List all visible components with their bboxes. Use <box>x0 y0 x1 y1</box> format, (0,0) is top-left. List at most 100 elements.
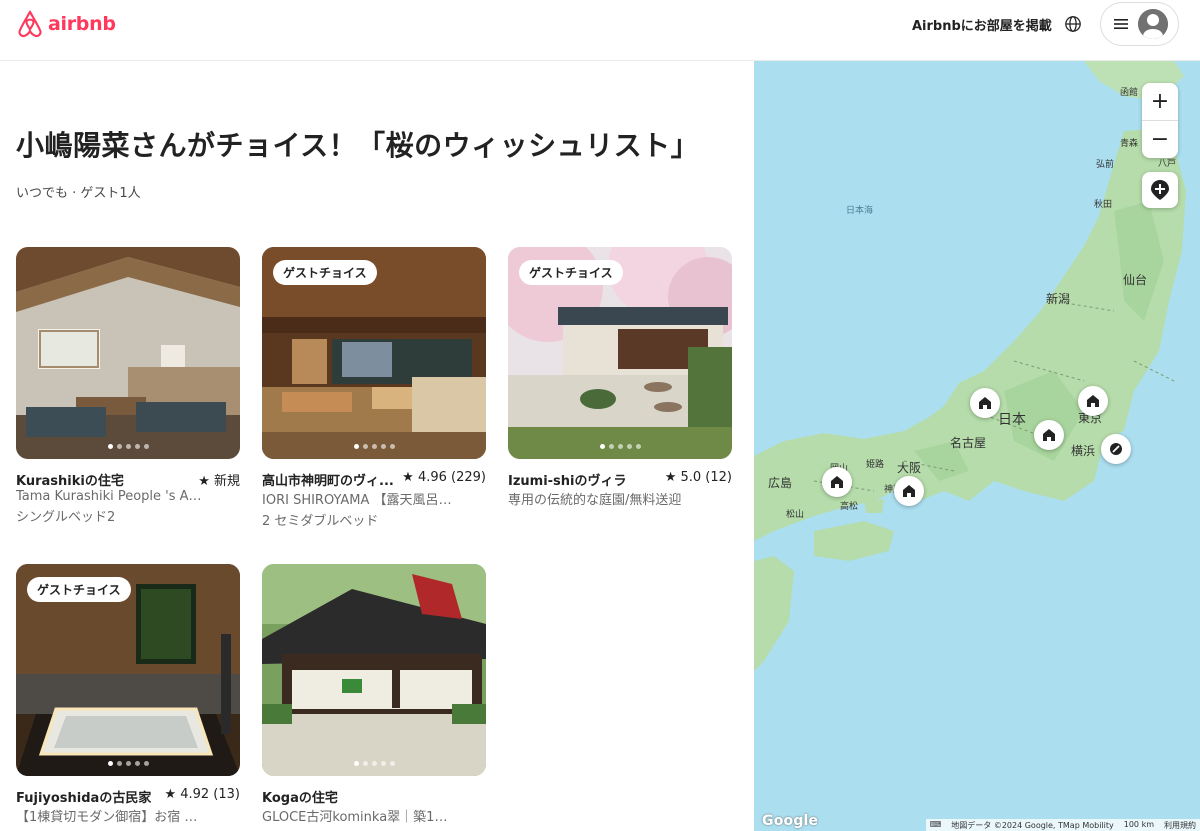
pagination-dot <box>116 761 122 766</box>
listing-name: Kurashikiの住宅 <box>16 474 124 489</box>
page-title: 小嶋陽菜さんがチョイス！「桜のウィッシュリスト」 <box>16 129 700 162</box>
pagination-dot <box>134 761 140 766</box>
pagination-dot <box>371 761 377 766</box>
pagination-dot <box>389 444 395 449</box>
keyboard-shortcuts-icon[interactable]: ⌨ <box>930 820 942 830</box>
guest-favorite-badge: ゲストチョイス <box>27 577 131 602</box>
logo-text: airbnb <box>48 13 116 35</box>
map-label-japan: 日本 <box>998 412 1026 428</box>
map-terms-link[interactable]: 利用規約 <box>1164 820 1196 830</box>
guest-favorite-badge: ゲストチョイス <box>273 260 377 285</box>
pagination-dot <box>380 444 386 449</box>
listing-card[interactable]: Kurashikiの住宅 ★ 新規 Tama Kurashiki People … <box>16 247 240 525</box>
home-icon <box>831 476 843 488</box>
pagination-dot <box>608 444 614 449</box>
map-label-osaka: 大阪 <box>897 461 922 475</box>
map-label-aomori: 青森 <box>1120 139 1139 149</box>
host-your-home-link[interactable]: Airbnbにお部屋を掲載 <box>912 15 1052 34</box>
map-label-takamatsu: 高松 <box>840 502 859 512</box>
pagination-dot <box>125 761 131 766</box>
map-label-sendai: 仙台 <box>1123 273 1148 287</box>
map-label-hirosaki: 弘前 <box>1096 160 1115 170</box>
map-label-akita: 秋田 <box>1094 200 1113 210</box>
map-save-location-button[interactable] <box>1142 172 1178 208</box>
listing-card[interactable]: ゲストチョイス 高山市神明町のヴィ... ★ 4.96 (229) IORI S… <box>262 247 486 529</box>
map-zoom-in-button[interactable]: + <box>1142 83 1178 120</box>
pagination-dot <box>134 444 140 449</box>
pagination-dot <box>599 444 605 449</box>
map-label-hachinohe: 八戸 <box>1158 159 1177 169</box>
photo-pagination-dots <box>16 444 240 449</box>
listing-photo-image <box>262 564 486 776</box>
top-header: airbnb Airbnbにお部屋を掲載 <box>0 0 1200 61</box>
pagination-dot <box>617 444 623 449</box>
listing-card[interactable]: Kogaの住宅 GLOCE古河kominka翠｜築150年... <box>262 564 486 825</box>
listing-photo[interactable]: ゲストチョイス <box>508 247 732 459</box>
globe-icon[interactable] <box>1064 15 1082 33</box>
user-menu-button[interactable] <box>1100 2 1179 46</box>
airbnb-logo-icon <box>18 10 42 38</box>
pagination-dot <box>362 761 368 766</box>
home-icon <box>1087 395 1099 407</box>
home-icon <box>979 397 991 409</box>
wishlist-subtitle: いつでも · ゲスト1人 <box>16 186 141 201</box>
map-add-pin-icon <box>1151 180 1169 200</box>
home-icon <box>1043 429 1055 441</box>
listing-card[interactable]: ゲストチョイス Fujiyoshidaの古民家 ★ 4.92 (13) 【1棟貸… <box>16 564 240 825</box>
map-label-sea-of-japan: 日本海 <box>846 206 874 216</box>
unavailable-icon <box>1110 443 1122 455</box>
pagination-dot <box>107 761 113 766</box>
pagination-dot <box>635 444 641 449</box>
airbnb-logo[interactable]: airbnb <box>16 9 116 39</box>
listing-description: 【1棟貸切モダン御宿】お宿 櫻川... <box>16 810 206 825</box>
google-logo: Google <box>762 813 819 829</box>
listing-rating: ★ 4.96 (229) <box>402 470 486 485</box>
listing-name: 高山市神明町のヴィ... <box>262 474 394 489</box>
listing-name: Izumi-shiのヴィラ <box>508 474 627 489</box>
pagination-dot <box>389 761 395 766</box>
map-listing-pin[interactable] <box>1034 420 1064 450</box>
pagination-dot <box>362 444 368 449</box>
map-zoom-controls: + − <box>1142 83 1178 158</box>
photo-pagination-dots <box>16 761 240 766</box>
listing-rating: ★ 4.92 (13) <box>164 787 240 802</box>
map-listing-pin[interactable] <box>970 388 1000 418</box>
pagination-dot <box>626 444 632 449</box>
listing-description: 専用の伝統的な庭園/無料送迎 <box>508 493 682 508</box>
listing-photo[interactable] <box>16 247 240 459</box>
pagination-dot <box>143 761 149 766</box>
home-icon <box>903 485 915 497</box>
map-label-hiroshima: 広島 <box>768 476 793 490</box>
map-listing-pin[interactable] <box>822 467 852 497</box>
listing-rating: ★ 新規 <box>198 474 240 489</box>
photo-pagination-dots <box>262 444 486 449</box>
map-label-hakodate: 函館 <box>1120 88 1139 98</box>
listing-photo-image <box>16 247 240 459</box>
listing-rating: ★ 5.0 (12) <box>664 470 732 485</box>
map-scale: 100 km <box>1123 820 1154 829</box>
listing-card[interactable]: ゲストチョイス Izumi-shiのヴィラ ★ 5.0 (12) 専用の伝統的な… <box>508 247 732 508</box>
map-zoom-out-button[interactable]: − <box>1142 120 1178 157</box>
listing-beds: シングルベッド2 <box>16 510 116 525</box>
map-listing-pin[interactable] <box>894 476 924 506</box>
map-listing-pin[interactable] <box>1078 386 1108 416</box>
pagination-dot <box>353 444 359 449</box>
listing-name: Kogaの住宅 <box>262 791 338 806</box>
map-label-matsuyama: 松山 <box>786 510 805 520</box>
user-avatar-icon <box>1138 9 1168 39</box>
listing-photo[interactable] <box>262 564 486 776</box>
listing-description: IORI SHIROYAMA 【露天風呂とサ... <box>262 493 452 508</box>
map-label-himeji: 姫路 <box>866 460 885 470</box>
map-label-nagoya: 名古屋 <box>950 436 987 450</box>
listing-photo[interactable]: ゲストチョイス <box>262 247 486 459</box>
map-attribution-bar: ⌨ 地図データ ©2024 Google, TMap Mobility 100 … <box>925 819 1200 831</box>
pagination-dot <box>380 761 386 766</box>
map-panel[interactable]: + − 函館 青森 弘前 八戸 秋田 仙台 新潟 日本 名古屋 東京 横浜 大阪… <box>754 61 1200 831</box>
photo-pagination-dots <box>262 761 486 766</box>
pagination-dot <box>116 444 122 449</box>
photo-pagination-dots <box>508 444 732 449</box>
map-label-niigata: 新潟 <box>1046 292 1071 306</box>
listing-photo[interactable]: ゲストチョイス <box>16 564 240 776</box>
map-listing-pin-unavailable[interactable] <box>1101 434 1131 464</box>
listing-beds: 2 セミダブルベッド <box>262 514 379 529</box>
